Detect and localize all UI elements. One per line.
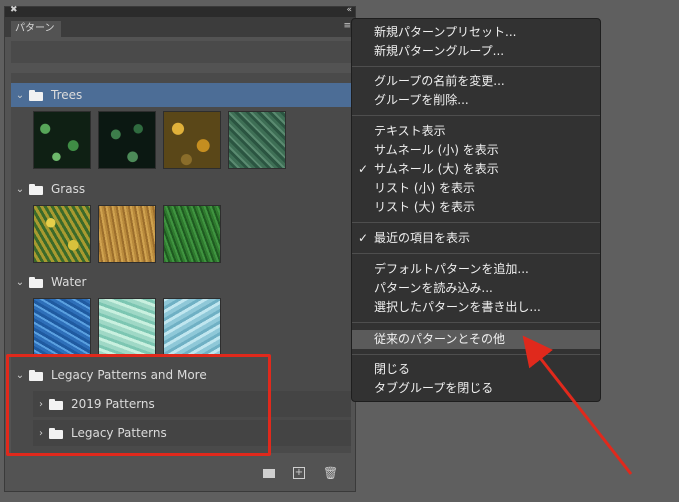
annotation-arrow bbox=[522, 335, 633, 475]
arrow-line bbox=[522, 335, 633, 475]
